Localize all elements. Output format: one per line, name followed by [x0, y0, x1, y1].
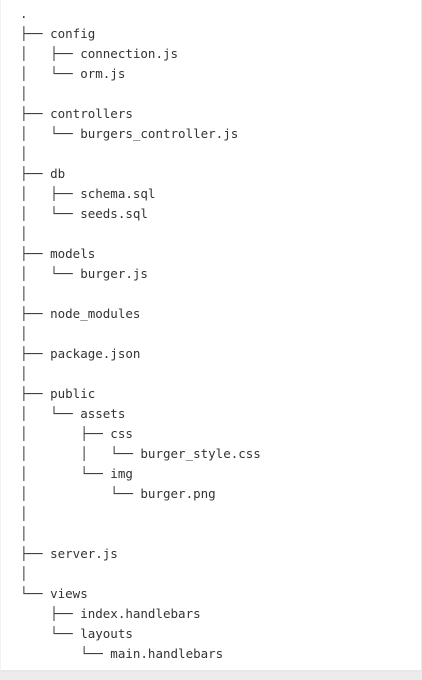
tree-folder-config: ├── config [20, 26, 96, 41]
tree-folder-db: ├── db [20, 166, 66, 181]
tree-file-server-js: ├── server.js [20, 546, 118, 561]
tree-file-main-handlebars: └── main.handlebars [20, 646, 224, 661]
tree-folder-node-modules: ├── node_modules [20, 306, 141, 321]
bottom-edge-shade [0, 672, 422, 680]
tree-folder-css: │ ├── css [20, 426, 133, 441]
tree-file-burger-png: │ └── burger.png [20, 486, 216, 501]
tree-connector: │ [20, 286, 28, 301]
tree-file-connection-js: │ ├── connection.js [20, 46, 179, 61]
directory-tree: . ├── config │ ├── connection.js │ └── orm.… [20, 4, 261, 664]
tree-root: . [20, 6, 28, 21]
tree-folder-public: ├── public [20, 386, 96, 401]
tree-folder-layouts: └── layouts [20, 626, 133, 641]
tree-folder-views: └── views [20, 586, 88, 601]
tree-connector: │ [20, 226, 28, 241]
tree-connector: │ [20, 506, 28, 521]
tree-file-seeds-sql: │ └── seeds.sql [20, 206, 148, 221]
tree-folder-models: ├── models [20, 246, 96, 261]
tree-file-schema-sql: │ ├── schema.sql [20, 186, 156, 201]
tree-connector: │ [20, 526, 28, 541]
tree-connector: │ [20, 86, 28, 101]
tree-file-orm-js: │ └── orm.js [20, 66, 126, 81]
tree-connector: │ [20, 146, 28, 161]
tree-connector: │ [20, 566, 28, 581]
tree-folder-img: │ └── img [20, 466, 133, 481]
directory-tree-panel: . ├── config │ ├── connection.js │ └── orm.… [0, 0, 422, 672]
tree-file-burger-style-css: │ │ └── burger_style.css [20, 446, 261, 461]
tree-file-burgers-controller-js: │ └── burgers_controller.js [20, 126, 239, 141]
tree-folder-controllers: ├── controllers [20, 106, 133, 121]
tree-file-index-handlebars: ├── index.handlebars [20, 606, 201, 621]
tree-folder-assets: │ └── assets [20, 406, 126, 421]
tree-file-burger-js: │ └── burger.js [20, 266, 148, 281]
tree-connector: │ [20, 366, 28, 381]
tree-file-package-json: ├── package.json [20, 346, 141, 361]
tree-connector: │ [20, 326, 28, 341]
